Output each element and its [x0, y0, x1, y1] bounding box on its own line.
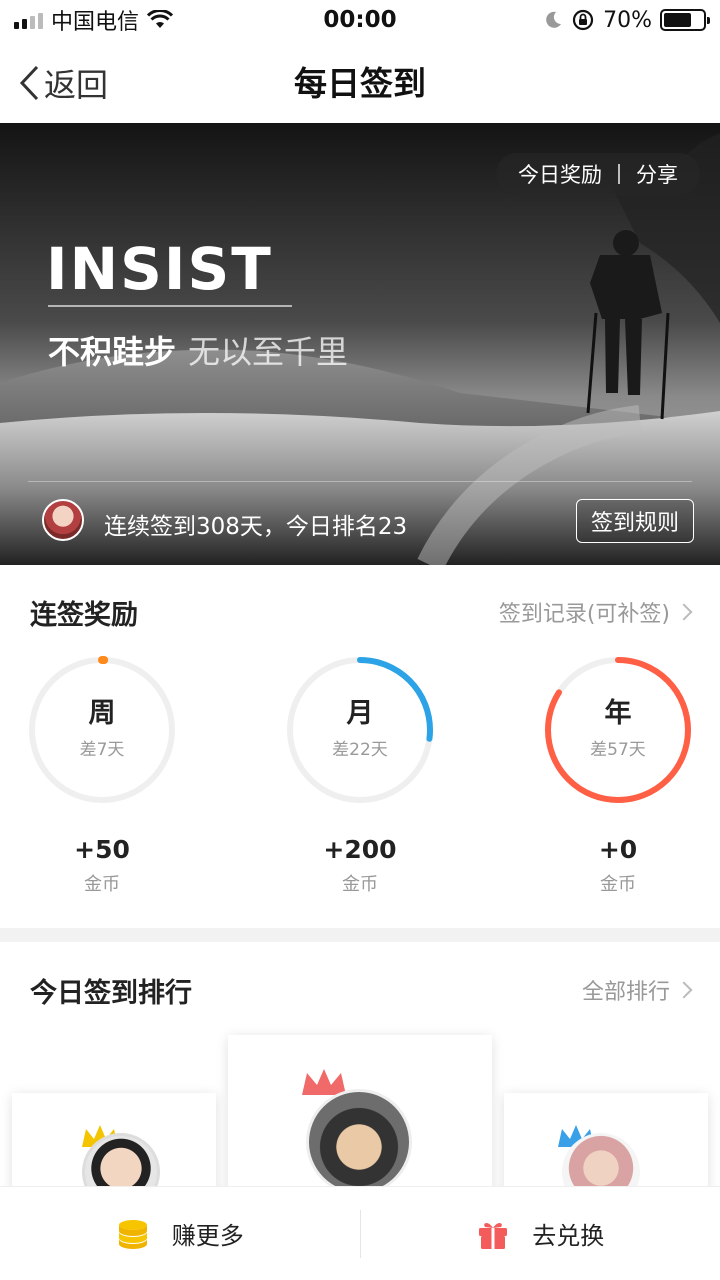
redeem-button[interactable]: 去兑换: [361, 1187, 720, 1280]
ranking-podium: [0, 1035, 720, 1235]
chevron-left-icon: [19, 65, 39, 101]
today-reward-link[interactable]: 今日奖励: [518, 159, 602, 189]
earn-more-label: 赚更多: [171, 1222, 244, 1250]
ring-month-reward: +200: [323, 835, 397, 864]
streak-section-title: 连签奖励: [30, 599, 138, 631]
gift-icon: [479, 1222, 508, 1249]
nav-bar: 返回 每日签到: [0, 40, 720, 122]
redeem-label: 去兑换: [532, 1222, 605, 1250]
section-gap: [0, 928, 720, 942]
ring-week-reward: +50: [74, 835, 130, 864]
back-label: 返回: [44, 66, 109, 104]
streak-section-header: 连签奖励 签到记录(可补签): [0, 582, 720, 642]
streak-summary: 连续签到308天，今日排名23: [104, 514, 408, 540]
rank-avatar-first: [306, 1089, 412, 1195]
ring-month-diff: 差22天: [332, 740, 388, 760]
chevron-right-icon: [675, 981, 693, 999]
status-left: 中国电信: [14, 4, 174, 36]
ring-week-progress: [28, 656, 176, 804]
rotation-lock-icon: [572, 9, 594, 31]
wifi-icon: [147, 10, 174, 28]
ring-month[interactable]: 月 差22天 +200 金币: [285, 655, 435, 896]
banner-actions: 今日奖励 分享: [496, 153, 700, 195]
ring-year-diff: 差57天: [590, 740, 646, 760]
checkin-record-link[interactable]: 签到记录(可补签): [498, 596, 693, 628]
chevron-right-icon: [675, 603, 693, 621]
ring-week[interactable]: 周 差7天 +50 金币: [27, 655, 177, 896]
ring-year-progress: [545, 657, 691, 803]
ring-year-reward: +0: [598, 835, 638, 864]
ring-week-unit: 金币: [84, 874, 120, 895]
earn-more-button[interactable]: 赚更多: [0, 1187, 360, 1280]
ring-year[interactable]: 年 差57天 +0 金币: [543, 655, 693, 896]
back-button[interactable]: 返回: [18, 60, 108, 106]
signal-icon: [14, 11, 43, 29]
ring-week-diff: 差7天: [79, 740, 125, 760]
bottom-bar: 赚更多 去兑换: [0, 1186, 720, 1280]
battery-icon: [660, 9, 710, 31]
ring-year-unit: 金币: [600, 874, 636, 895]
ring-year-label: 年: [604, 698, 632, 729]
banner: 今日奖励 分享 INSIST 不积跬步 无以至千里 连续签到308天，今日排名23…: [0, 123, 720, 565]
ring-month-label: 月: [346, 698, 374, 729]
share-link[interactable]: 分享: [636, 159, 678, 189]
headline-underline: [48, 305, 292, 307]
ranking-section-title: 今日签到排行: [30, 977, 192, 1009]
checkin-record-label: 签到记录(可补签): [498, 602, 670, 627]
ring-month-progress: [287, 657, 433, 803]
user-avatar[interactable]: [42, 499, 84, 541]
slogan-thin: 无以至千里: [188, 333, 349, 371]
ring-week-label: 周: [88, 698, 116, 729]
coins-icon: [118, 1219, 147, 1249]
banner-divider: [28, 481, 692, 482]
pill-divider: [618, 164, 620, 184]
carrier-label: 中国电信: [51, 10, 140, 35]
battery-label: 70%: [603, 7, 652, 33]
all-ranking-label: 全部排行: [581, 980, 670, 1005]
moon-icon: [546, 11, 562, 28]
all-ranking-link[interactable]: 全部排行: [581, 974, 693, 1006]
ranking-section-header: 今日签到排行 全部排行: [0, 960, 720, 1020]
banner-headline: INSIST: [46, 235, 273, 303]
status-bar: 中国电信 00:00 70%: [0, 0, 720, 40]
ring-month-unit: 金币: [342, 874, 378, 895]
streak-rings: 周 差7天 +50 金币 月 差22天 +200 金币 年 差57天 +0 金币: [0, 655, 720, 905]
page-title: 每日签到: [294, 64, 426, 103]
slogan-bold: 不积跬步: [48, 333, 177, 371]
status-right: 70%: [543, 7, 710, 33]
banner-slogan: 不积跬步 无以至千里: [48, 327, 348, 373]
rules-button[interactable]: 签到规则: [575, 499, 694, 543]
